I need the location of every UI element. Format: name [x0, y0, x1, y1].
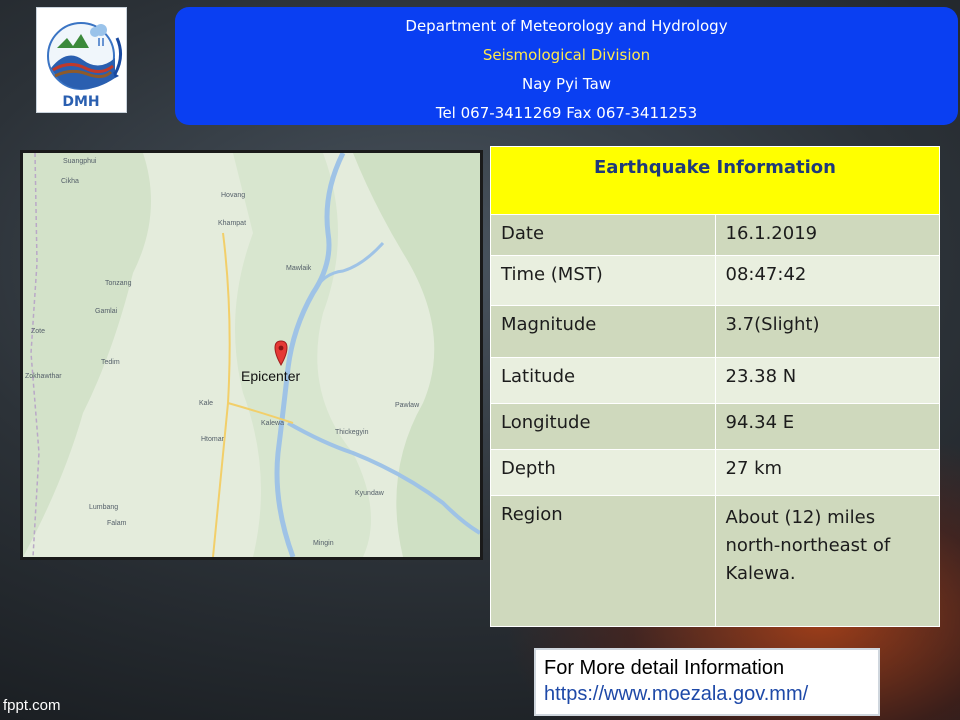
svg-text:Mawlaik: Mawlaik — [286, 265, 312, 272]
city-name: Nay Pyi Taw — [521, 75, 612, 93]
svg-text:Thickegyin: Thickegyin — [335, 429, 369, 436]
table-row: Longitude 94.34 E — [490, 403, 940, 450]
svg-text:Zokhawthar: Zokhawthar — [25, 373, 62, 380]
row-value-longitude: 94.34 E — [714, 403, 940, 450]
svg-text:Tedim: Tedim — [101, 359, 120, 366]
svg-text:Kale: Kale — [199, 400, 213, 407]
svg-text:Khampat: Khampat — [218, 220, 246, 227]
row-label-latitude: Latitude — [490, 357, 716, 404]
division-name: Seismological Division — [482, 46, 651, 64]
svg-text:Pawlaw: Pawlaw — [395, 402, 420, 409]
earthquake-info-table: Earthquake Information Date 16.1.2019 Ti… — [490, 146, 940, 627]
detail-info-box: For More detail Information https://www.… — [534, 648, 880, 716]
epicenter-label: Epicenter — [241, 368, 300, 384]
table-row: Depth 27 km — [490, 449, 940, 496]
header-banner: Department of Meteorology and Hydrology … — [175, 7, 958, 125]
row-label-depth: Depth — [490, 449, 716, 496]
dmh-logo: DMH — [36, 7, 127, 113]
svg-text:Kyundaw: Kyundaw — [355, 490, 385, 497]
svg-text:Cikha: Cikha — [61, 178, 79, 185]
table-row: Magnitude 3.7(Slight) — [490, 305, 940, 358]
svg-text:Gamlai: Gamlai — [95, 308, 118, 315]
row-label-magnitude: Magnitude — [490, 305, 716, 358]
svg-text:Hovang: Hovang — [221, 192, 245, 199]
table-row: Latitude 23.38 N — [490, 357, 940, 404]
table-row: Date 16.1.2019 — [490, 214, 940, 256]
detail-caption: For More detail Information — [544, 657, 785, 679]
table-title: Earthquake Information — [490, 146, 940, 215]
svg-text:Falam: Falam — [107, 520, 127, 527]
epicenter-map: Suangphui Cikha Hovang Khampat Mawlaik T… — [20, 150, 483, 560]
svg-text:Htomar: Htomar — [201, 436, 225, 443]
contact-line: Tel 067-3411269 Fax 067-3411253 — [435, 104, 698, 122]
svg-text:Zote: Zote — [31, 328, 45, 335]
row-value-region: About (12) miles north-northeast of Kale… — [714, 495, 940, 627]
row-value-magnitude: 3.7(Slight) — [714, 305, 940, 358]
row-label-region: Region — [490, 495, 716, 627]
row-value-latitude: 23.38 N — [714, 357, 940, 404]
svg-text:Kalewa: Kalewa — [261, 420, 284, 427]
row-label-longitude: Longitude — [490, 403, 716, 450]
detail-link[interactable]: https://www.moezala.gov.mm/ — [544, 681, 870, 707]
svg-text:Suangphui: Suangphui — [63, 158, 97, 165]
row-label-date: Date — [490, 214, 716, 256]
footer-credit: fppt.com — [3, 697, 61, 714]
logo-text: DMH — [62, 94, 99, 110]
table-row: Time (MST) 08:47:42 — [490, 255, 940, 306]
row-value-date: 16.1.2019 — [714, 214, 940, 256]
svg-text:Tonzang: Tonzang — [105, 280, 132, 287]
department-name: Department of Meteorology and Hydrology — [405, 17, 728, 35]
row-label-time: Time (MST) — [490, 255, 716, 306]
table-row: Region About (12) miles north-northeast … — [490, 495, 940, 627]
row-value-time: 08:47:42 — [714, 255, 940, 306]
svg-text:Mingin: Mingin — [313, 540, 334, 547]
svg-text:Lumbang: Lumbang — [89, 504, 118, 511]
row-value-depth: 27 km — [714, 449, 940, 496]
